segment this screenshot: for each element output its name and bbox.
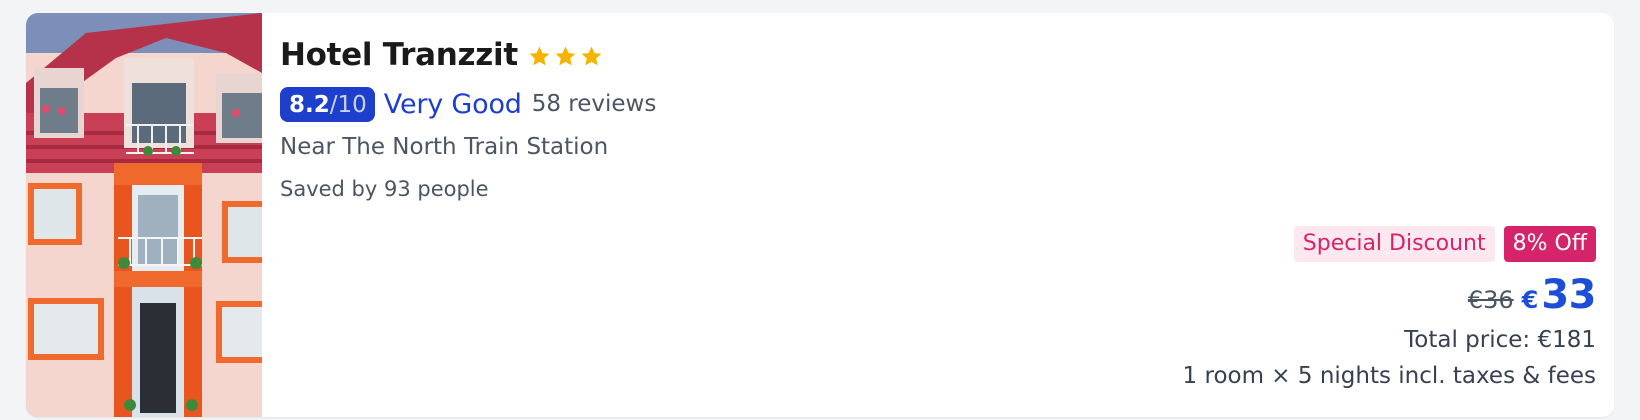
reviews-count[interactable]: 58 reviews: [532, 91, 657, 117]
pricing-block: Special Discount 8% Off €36 € 33 Total p…: [1183, 226, 1596, 394]
hotel-name[interactable]: Hotel Tranzzit: [280, 37, 518, 73]
total-price: Total price: €181: [1404, 327, 1596, 353]
stay-details: 1 room × 5 nights incl. taxes & fees: [1182, 363, 1596, 389]
rating-label: Very Good: [383, 88, 522, 120]
hotel-photo[interactable]: [26, 13, 262, 417]
score-value: 8.2: [289, 91, 330, 118]
star-icon: [529, 46, 550, 65]
score-badge: 8.2/10: [280, 86, 375, 122]
old-price: €36: [1467, 286, 1514, 314]
saved-count: Saved by 93 people: [280, 177, 489, 201]
percent-off-badge: 8% Off: [1503, 226, 1596, 262]
star-rating: [527, 44, 605, 69]
rating-row: 8.2/10 Very Good 58 reviews: [280, 84, 1614, 124]
star-icon: [555, 46, 576, 65]
score-max: /10: [329, 91, 367, 118]
price-row: €36 € 33: [1183, 272, 1597, 318]
title-row: Hotel Tranzzit: [280, 33, 1614, 77]
hotel-card[interactable]: Hotel Tranzzit 8.2/10 Very Good 58 revie…: [26, 13, 1614, 417]
discount-badges: Special Discount 8% Off: [1183, 226, 1596, 262]
star-icon: [581, 46, 602, 65]
location-text: Near The North Train Station: [280, 134, 609, 160]
hotel-info: Hotel Tranzzit 8.2/10 Very Good 58 revie…: [280, 33, 1614, 204]
currency-symbol: €: [1521, 286, 1539, 314]
current-price: 33: [1541, 272, 1596, 318]
special-discount-badge: Special Discount: [1293, 226, 1495, 262]
